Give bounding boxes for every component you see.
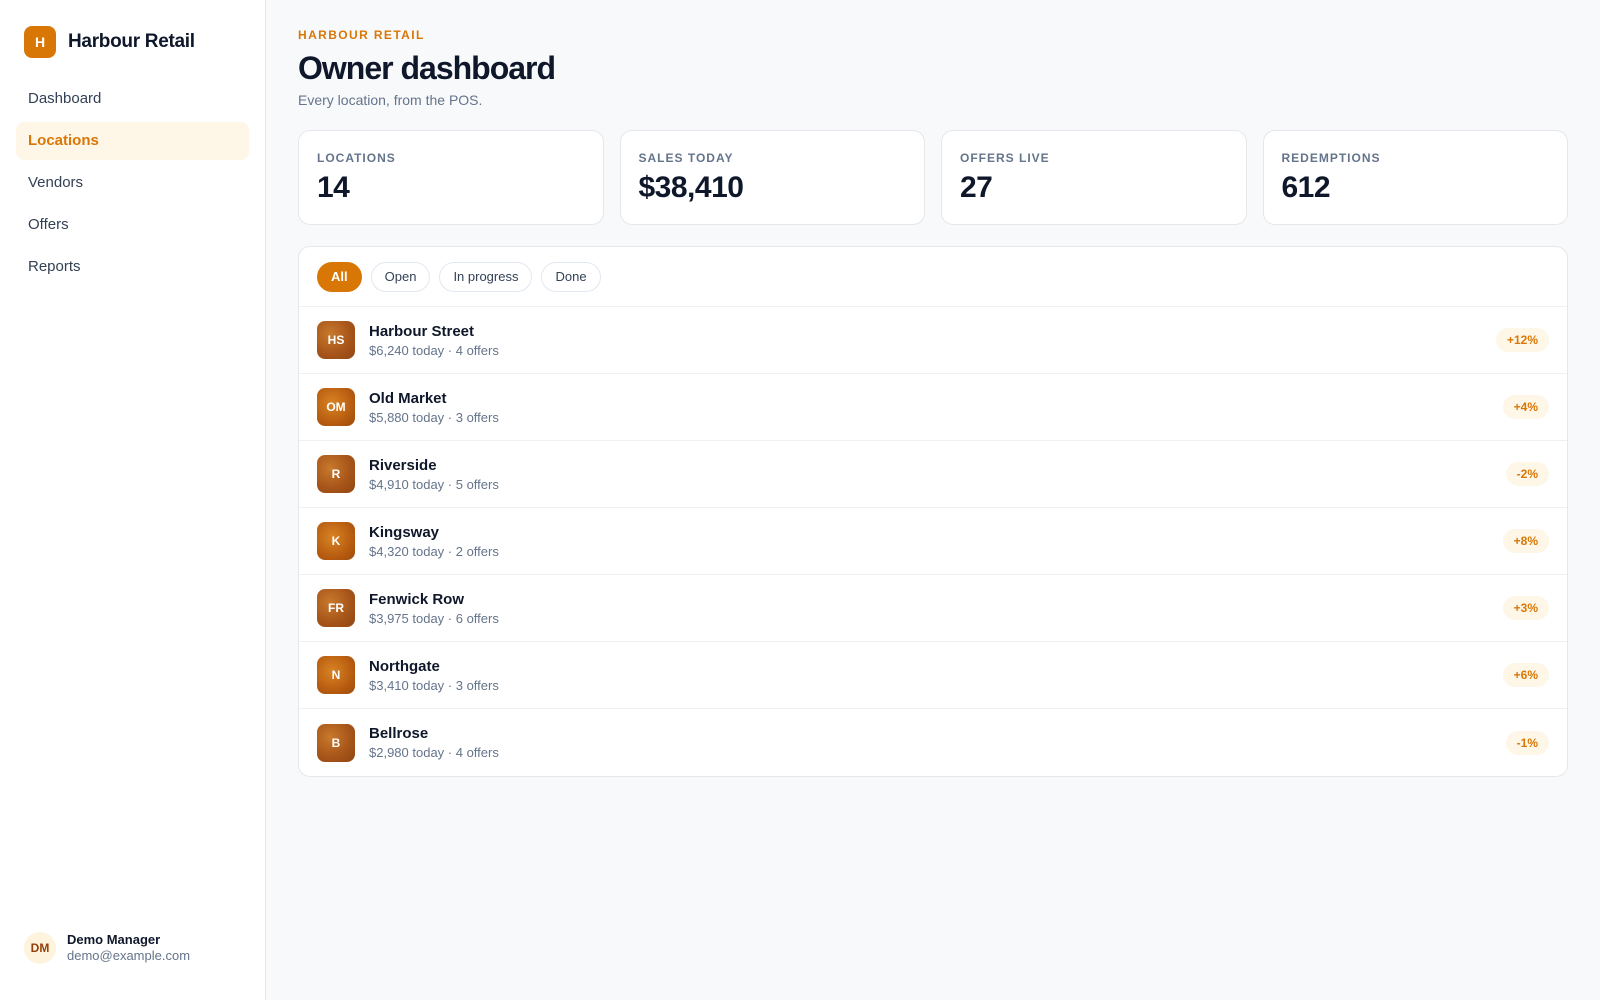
locations-panel: All Open In progress Done HS Harbour Str…	[298, 246, 1568, 777]
trend-badge: +3%	[1502, 596, 1549, 620]
location-name: Harbour Street	[369, 322, 475, 340]
filter-chip-all[interactable]: All	[317, 261, 362, 292]
location-name: Kingsway	[369, 523, 440, 541]
trend-badge: +6%	[1502, 663, 1549, 687]
location-meta: $5,880 today · 3 offers	[369, 409, 499, 425]
list-item[interactable]: HS Harbour Street $6,240 today · 4 offer…	[299, 307, 1567, 374]
stat-value: 612	[1281, 171, 1331, 204]
location-list: HS Harbour Street $6,240 today · 4 offer…	[299, 307, 1567, 776]
sidebar-item-reports[interactable]: Reports	[16, 248, 249, 286]
location-avatar: K	[317, 522, 355, 560]
location-name: Riverside	[369, 456, 437, 474]
sidebar-item-locations[interactable]: Locations	[16, 122, 249, 160]
sidebar-nav: Dashboard Locations Vendors Offers Repor…	[0, 80, 265, 286]
filter-chip-open[interactable]: Open	[370, 261, 431, 292]
page-subtitle: Every location, from the POS.	[298, 92, 483, 108]
main-content: HARBOUR RETAIL Owner dashboard Every loc…	[266, 0, 1600, 1000]
location-name: Old Market	[369, 389, 447, 407]
page-eyebrow: HARBOUR RETAIL	[298, 28, 425, 42]
stat-label: REDEMPTIONS	[1281, 151, 1381, 165]
sidebar-item-dashboard[interactable]: Dashboard	[16, 80, 249, 118]
brand-name: Harbour Retail	[68, 31, 195, 52]
location-meta: $4,320 today · 2 offers	[369, 543, 499, 559]
user-profile[interactable]: DM Demo Manager demo@example.com	[24, 932, 190, 964]
avatar: DM	[24, 932, 56, 964]
stat-card-redemptions: REDEMPTIONS 612	[1262, 130, 1568, 225]
list-item[interactable]: OM Old Market $5,880 today · 3 offers +4…	[299, 374, 1567, 441]
brand[interactable]: H Harbour Retail	[0, 0, 265, 58]
stat-card-locations: LOCATIONS 14	[298, 130, 604, 225]
list-item[interactable]: B Bellrose $2,980 today · 4 offers -1%	[299, 709, 1567, 776]
trend-badge: +4%	[1502, 395, 1549, 419]
stats-row: LOCATIONS 14 SALES TODAY $38,410 OFFERS …	[298, 130, 1568, 225]
trend-badge: -1%	[1505, 730, 1549, 755]
stat-card-sales-today: SALES TODAY $38,410	[619, 130, 925, 225]
user-name: Demo Manager	[67, 932, 161, 947]
location-meta: $3,410 today · 3 offers	[369, 677, 499, 693]
location-avatar: N	[317, 656, 355, 694]
stat-value: 14	[317, 171, 350, 204]
trend-badge: +8%	[1502, 529, 1549, 553]
sidebar-item-vendors[interactable]: Vendors	[16, 164, 249, 202]
page-title: Owner dashboard	[298, 50, 556, 86]
stat-value: $38,410	[638, 171, 744, 204]
list-item[interactable]: FR Fenwick Row $3,975 today · 6 offers +…	[299, 575, 1567, 642]
filter-chips: All Open In progress Done	[299, 247, 1567, 307]
location-name: Bellrose	[369, 725, 429, 742]
stat-value: 27	[960, 171, 993, 204]
stat-label: OFFERS LIVE	[960, 151, 1050, 165]
filter-chip-done[interactable]: Done	[541, 261, 601, 292]
location-avatar: FR	[317, 589, 355, 627]
sidebar: H Harbour Retail Dashboard Locations Ven…	[0, 0, 266, 1000]
list-item[interactable]: R Riverside $4,910 today · 5 offers -2%	[299, 441, 1567, 508]
location-meta: $2,980 today · 4 offers	[369, 745, 499, 760]
location-meta: $3,975 today · 6 offers	[369, 610, 499, 626]
filter-chip-in-progress[interactable]: In progress	[439, 261, 533, 292]
sidebar-item-offers[interactable]: Offers	[16, 206, 249, 244]
location-avatar: R	[317, 455, 355, 493]
location-meta: $4,910 today · 5 offers	[369, 476, 499, 492]
trend-badge: +12%	[1495, 328, 1549, 352]
brand-logo: H	[24, 26, 56, 58]
location-avatar: B	[317, 723, 355, 762]
location-avatar: OM	[317, 388, 355, 426]
stat-label: SALES TODAY	[638, 151, 734, 165]
location-meta: $6,240 today · 4 offers	[369, 342, 499, 358]
location-avatar: HS	[317, 321, 355, 359]
location-name: Northgate	[369, 657, 440, 675]
list-item[interactable]: N Northgate $3,410 today · 3 offers +6%	[299, 642, 1567, 709]
trend-badge: -2%	[1505, 462, 1549, 486]
stat-card-offers-live: OFFERS LIVE 27	[941, 130, 1247, 225]
user-email: demo@example.com	[67, 948, 191, 963]
stat-label: LOCATIONS	[317, 151, 396, 165]
list-item[interactable]: K Kingsway $4,320 today · 2 offers +8%	[299, 508, 1567, 575]
location-name: Fenwick Row	[369, 590, 465, 608]
